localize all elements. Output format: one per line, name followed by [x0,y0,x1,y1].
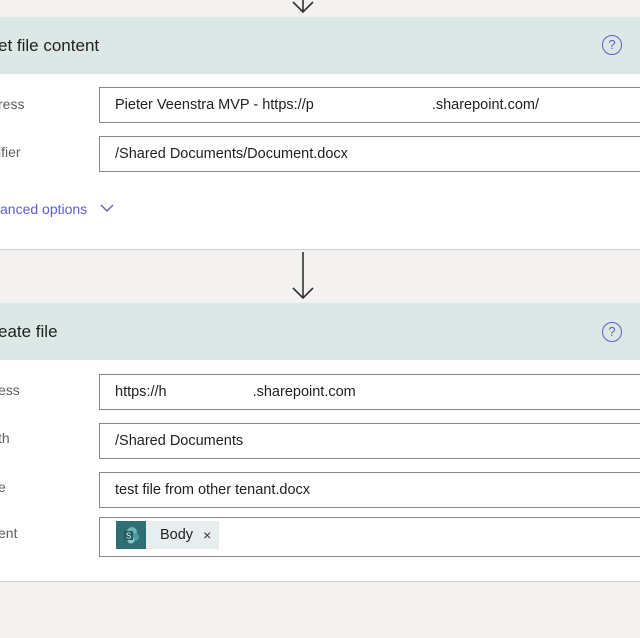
help-icon[interactable]: ? [602,322,622,342]
get-file-content-card: et file content ? ress Pieter Veenstra M… [0,17,640,250]
connector-arrow-middle [290,250,316,302]
body-dynamic-token[interactable]: S Body × [116,518,220,552]
token-label: Body [160,527,194,543]
get-file-content-header[interactable]: et file content ? [0,17,640,74]
remove-token-button[interactable]: × [203,518,211,552]
site-address-field[interactable]: https://h .sharepoint.com [99,374,640,410]
card-title: et file content [0,35,100,55]
folder-path-label: th [0,430,10,446]
sharepoint-icon: S [116,521,146,549]
chevron-down-icon [100,204,114,212]
show-advanced-options-link[interactable]: anced options [0,201,115,217]
folder-path-field[interactable]: /Shared Documents [99,423,640,459]
file-identifier-label: ifier [0,144,21,160]
file-content-field[interactable]: S Body × [99,517,640,557]
file-identifier-field[interactable]: /Shared Documents/Document.docx [99,136,640,172]
site-address-label: ess [0,382,20,398]
create-file-header[interactable]: eate file ? [0,303,640,360]
file-content-label: ent [0,525,18,541]
file-name-label: e [0,479,6,495]
site-address-field[interactable]: Pieter Veenstra MVP - https://p .sharepoi… [99,87,640,123]
connector-arrow-top [290,0,316,16]
site-address-label: ress [0,96,25,112]
create-file-card: eate file ? ess https://h .sharepoint.com… [0,303,640,582]
svg-text:S: S [126,532,131,541]
card-title: eate file [0,321,58,341]
file-name-field[interactable]: test file from other tenant.docx [99,472,640,508]
help-icon[interactable]: ? [602,35,622,55]
